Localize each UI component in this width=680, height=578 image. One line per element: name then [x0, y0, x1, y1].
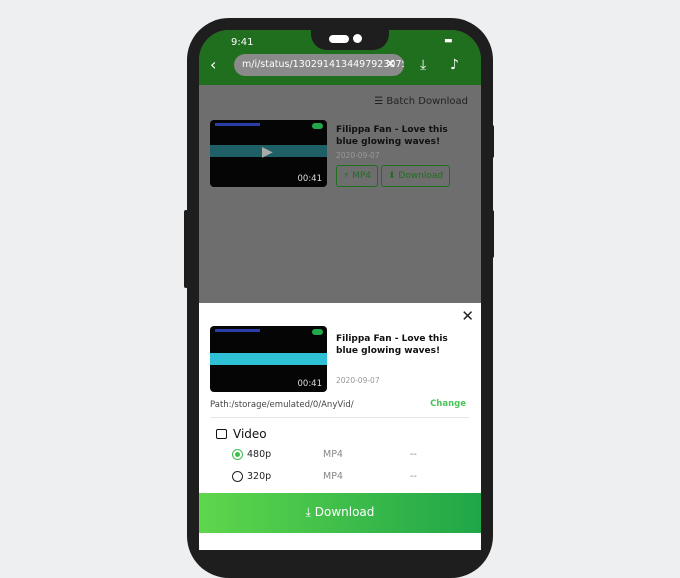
divider: [210, 417, 469, 418]
download-confirm-button[interactable]: ⤓ Download: [199, 493, 481, 533]
url-input[interactable]: m/i/status/1302914134497923075 ✕: [234, 54, 404, 76]
status-battery-icon: ▬: [444, 36, 453, 46]
radio-selected[interactable]: [232, 449, 243, 460]
close-icon[interactable]: ✕: [385, 54, 396, 76]
sheet-date: 2020-09-07: [336, 376, 380, 385]
music-note-icon[interactable]: ♪: [450, 57, 459, 73]
quality-option[interactable]: 320p MP4 --: [232, 471, 472, 482]
duration: 00:41: [297, 174, 323, 184]
phone-screen: 9:41 ▬ ‹ m/i/status/1302914134497923075 ✕…: [199, 30, 481, 550]
video-thumbnail[interactable]: ▶ 00:41: [210, 120, 327, 187]
close-icon[interactable]: ✕: [461, 307, 474, 325]
mp4-button[interactable]: ⚡ MP4: [336, 165, 379, 187]
sheet-thumbnail: 00:41: [210, 326, 327, 392]
quality-option[interactable]: 480p MP4 --: [232, 449, 472, 460]
app-header: 9:41 ▬ ‹ m/i/status/1302914134497923075 ✕…: [199, 30, 481, 85]
save-path: Path:/storage/emulated/0/AnyVid/: [210, 400, 354, 410]
download-box-icon[interactable]: ⤓: [420, 57, 426, 73]
status-time: 9:41: [231, 37, 254, 48]
download-sheet: ✕ 00:41 Filippa Fan - Love this blue glo…: [199, 303, 481, 550]
url-text: m/i/status/1302914134497923075: [242, 59, 404, 70]
change-path-link[interactable]: Change: [430, 399, 466, 409]
notch: [311, 30, 389, 50]
play-icon[interactable]: ▶: [262, 144, 273, 160]
duration: 00:41: [297, 379, 323, 389]
download-icon: ⤓: [305, 505, 311, 519]
video-date: 2020-09-07: [336, 151, 380, 160]
batch-label: Batch Download: [386, 96, 468, 107]
chevron-left-icon[interactable]: ‹: [210, 55, 216, 74]
video-title: Filippa Fan - Love this blue glowing wav…: [336, 125, 448, 147]
radio-unselected[interactable]: [232, 471, 243, 482]
batch-download-button[interactable]: ☰ Batch Download: [374, 96, 468, 107]
video-play-icon: [216, 429, 227, 439]
sheet-title: Filippa Fan - Love this blue glowing wav…: [336, 334, 448, 356]
video-section-heading: Video: [216, 427, 267, 441]
download-button[interactable]: ⬇ Download: [381, 165, 451, 187]
